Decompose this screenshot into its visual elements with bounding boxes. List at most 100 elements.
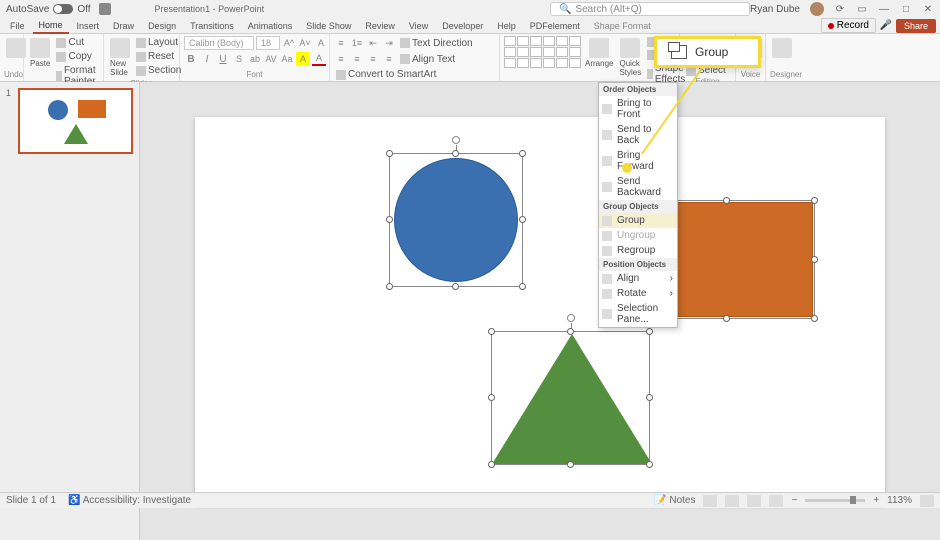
shape-option[interactable]: [504, 58, 516, 68]
design-ideas-button[interactable]: [770, 36, 794, 60]
zoom-out-button[interactable]: −: [791, 495, 797, 506]
shape-option[interactable]: [556, 47, 568, 57]
notes-button[interactable]: 📝 Notes: [654, 495, 695, 506]
shape-option[interactable]: [517, 36, 529, 46]
section-button[interactable]: Section: [134, 64, 183, 77]
tab-draw[interactable]: Draw: [107, 19, 140, 33]
resize-handle[interactable]: [386, 216, 393, 223]
align-center-button[interactable]: ≡: [350, 52, 364, 66]
shape-option[interactable]: [530, 36, 542, 46]
reading-view-button[interactable]: [747, 495, 761, 507]
resize-handle[interactable]: [488, 394, 495, 401]
sync-icon[interactable]: ⟳: [834, 3, 846, 15]
cut-button[interactable]: Cut: [54, 36, 102, 49]
save-icon[interactable]: [99, 3, 111, 15]
spacing-button[interactable]: AV: [264, 52, 278, 66]
share-button[interactable]: Share: [896, 19, 936, 33]
shape-option[interactable]: [543, 58, 555, 68]
zoom-in-button[interactable]: +: [873, 495, 879, 506]
resize-handle[interactable]: [386, 283, 393, 290]
rotate-handle[interactable]: [452, 136, 460, 144]
resize-handle[interactable]: [723, 197, 730, 204]
resize-handle[interactable]: [452, 283, 459, 290]
tab-animations[interactable]: Animations: [242, 19, 299, 33]
tab-help[interactable]: Help: [491, 19, 522, 33]
bold-button[interactable]: B: [184, 52, 198, 66]
tab-design[interactable]: Design: [142, 19, 182, 33]
resize-handle[interactable]: [519, 216, 526, 223]
triangle-selection[interactable]: [491, 331, 650, 465]
font-shrink-button[interactable]: A˅: [298, 36, 312, 50]
slide-thumbnail[interactable]: [18, 88, 133, 154]
align-text-button[interactable]: Align Text: [398, 53, 457, 66]
shape-option[interactable]: [556, 36, 568, 46]
zoom-level[interactable]: 113%: [887, 495, 912, 506]
menu-rotate[interactable]: Rotate›: [599, 286, 677, 301]
resize-handle[interactable]: [567, 461, 574, 468]
shape-option[interactable]: [569, 58, 581, 68]
convert-smartart-button[interactable]: Convert to SmartArt: [334, 68, 438, 81]
menu-selection-pane[interactable]: Selection Pane...: [599, 301, 677, 327]
arrange-button[interactable]: Arrange: [583, 36, 615, 70]
tab-transitions[interactable]: Transitions: [184, 19, 240, 33]
tab-view[interactable]: View: [403, 19, 434, 33]
shape-option[interactable]: [543, 47, 555, 57]
record-button[interactable]: Record: [821, 18, 876, 33]
menu-ungroup[interactable]: Ungroup: [599, 228, 677, 243]
font-name-select[interactable]: Calibri (Body): [184, 36, 254, 50]
tab-developer[interactable]: Developer: [436, 19, 489, 33]
resize-handle[interactable]: [567, 328, 574, 335]
resize-handle[interactable]: [488, 461, 495, 468]
sorter-view-button[interactable]: [725, 495, 739, 507]
slide-indicator[interactable]: Slide 1 of 1: [6, 495, 56, 506]
resize-handle[interactable]: [811, 197, 818, 204]
italic-button[interactable]: I: [200, 52, 214, 66]
menu-send-back[interactable]: Send to Back: [599, 122, 677, 148]
text-direction-button[interactable]: Text Direction: [398, 37, 475, 50]
triangle-shape[interactable]: [492, 334, 652, 464]
accessibility-status[interactable]: ♿ Accessibility: Investigate: [68, 495, 191, 506]
shadow-button[interactable]: ab: [248, 52, 262, 66]
resize-handle[interactable]: [646, 394, 653, 401]
indent-dec-button[interactable]: ⇤: [366, 36, 380, 50]
minimize-icon[interactable]: —: [878, 3, 890, 15]
justify-button[interactable]: ≡: [382, 52, 396, 66]
tab-shape-format[interactable]: Shape Format: [588, 19, 657, 33]
tab-slideshow[interactable]: Slide Show: [300, 19, 357, 33]
resize-handle[interactable]: [723, 315, 730, 322]
maximize-icon[interactable]: □: [900, 3, 912, 15]
bullets-button[interactable]: ≡: [334, 36, 348, 50]
quick-styles-button[interactable]: Quick Styles: [617, 36, 643, 79]
highlight-button[interactable]: A: [296, 52, 310, 66]
tab-insert[interactable]: Insert: [71, 19, 106, 33]
align-right-button[interactable]: ≡: [366, 52, 380, 66]
normal-view-button[interactable]: [703, 495, 717, 507]
resize-handle[interactable]: [646, 328, 653, 335]
resize-handle[interactable]: [519, 150, 526, 157]
layout-button[interactable]: Layout: [134, 36, 183, 49]
avatar[interactable]: [810, 2, 824, 16]
circle-shape[interactable]: [394, 158, 518, 282]
fit-window-button[interactable]: [920, 495, 934, 507]
numbering-button[interactable]: 1≡: [350, 36, 364, 50]
zoom-slider[interactable]: [805, 499, 865, 502]
shapes-gallery[interactable]: [504, 36, 581, 68]
resize-handle[interactable]: [452, 150, 459, 157]
tab-home[interactable]: Home: [33, 18, 69, 34]
tab-file[interactable]: File: [4, 19, 31, 33]
shape-option[interactable]: [569, 47, 581, 57]
shape-option[interactable]: [504, 47, 516, 57]
close-icon[interactable]: ✕: [922, 3, 934, 15]
underline-button[interactable]: U: [216, 52, 230, 66]
menu-regroup[interactable]: Regroup: [599, 243, 677, 258]
paste-button[interactable]: Paste: [28, 36, 52, 70]
resize-handle[interactable]: [811, 315, 818, 322]
ribbon-mode-icon[interactable]: ▭: [856, 3, 868, 15]
autosave-toggle[interactable]: [53, 4, 73, 14]
align-left-button[interactable]: ≡: [334, 52, 348, 66]
mic-icon[interactable]: 🎤: [880, 20, 892, 32]
reset-button[interactable]: Reset: [134, 50, 183, 63]
shape-option[interactable]: [517, 58, 529, 68]
strike-button[interactable]: S: [232, 52, 246, 66]
shape-option[interactable]: [569, 36, 581, 46]
